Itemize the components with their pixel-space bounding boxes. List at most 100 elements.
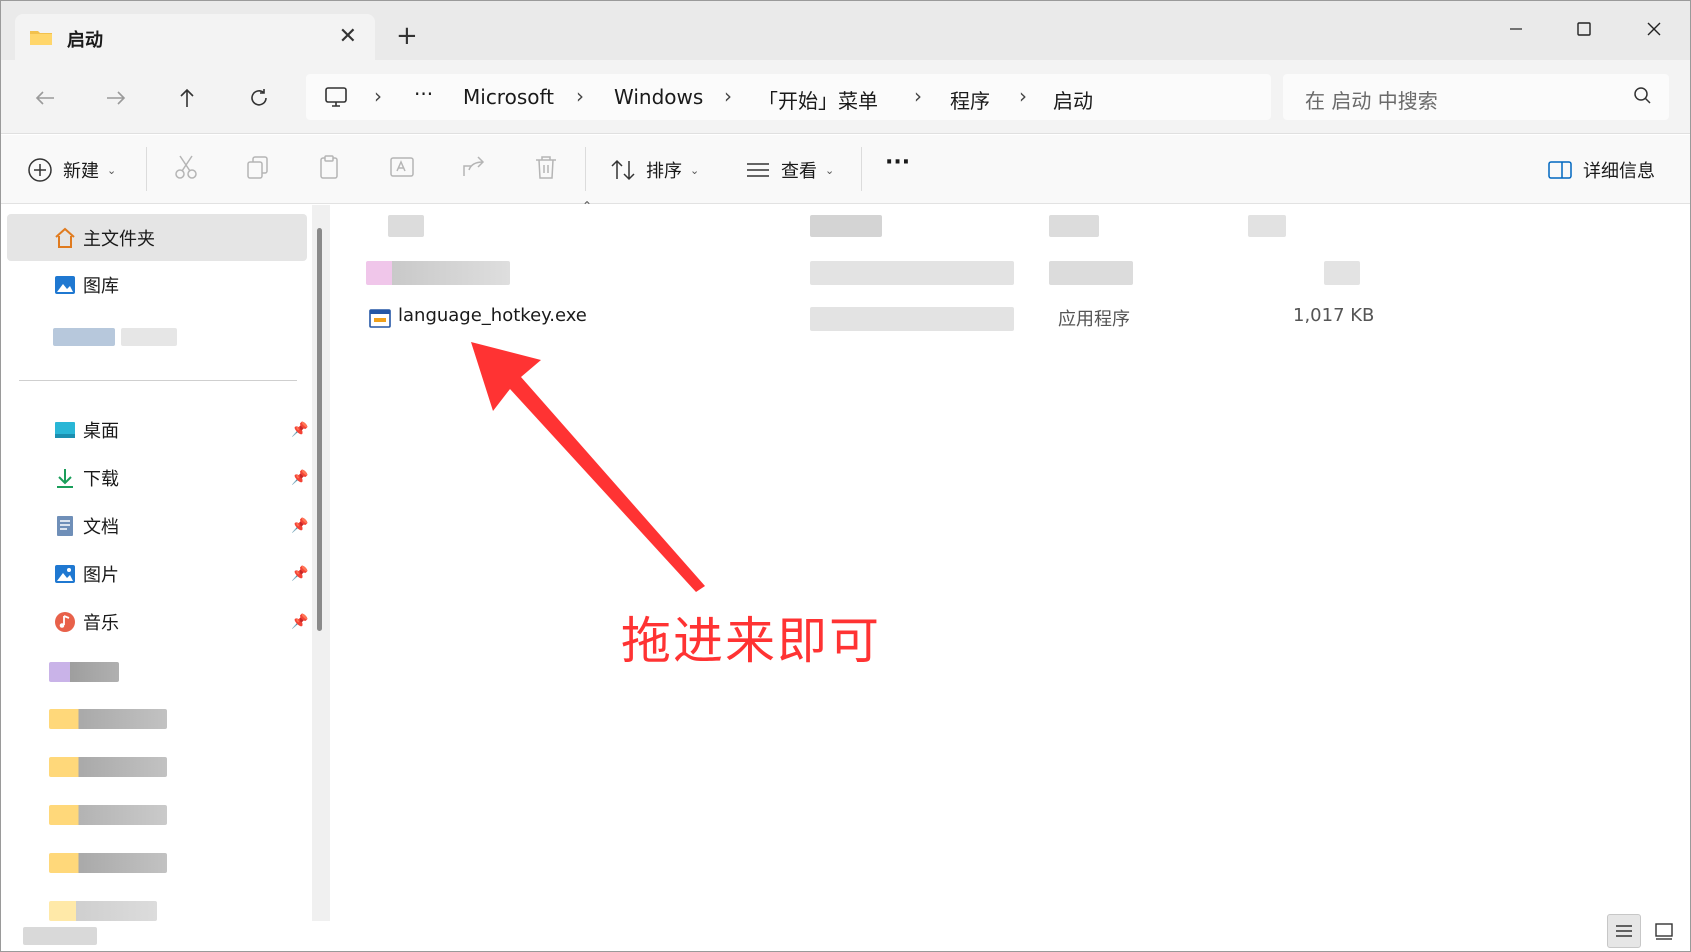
blurred-item	[49, 709, 167, 729]
breadcrumb-separator: ›	[374, 84, 382, 108]
sidebar-item-downloads[interactable]: 下载 📌	[7, 454, 308, 501]
search-icon	[1634, 87, 1651, 104]
document-icon	[57, 515, 73, 536]
navigation-pane: 主文件夹 图库 桌面 📌 下载 📌 文档 📌 图片 📌 音乐 📌	[1, 205, 330, 951]
address-bar: › ··· Microsoft › Windows › 「开始」菜单 › 程序 …	[1, 60, 1690, 134]
breadcrumb-item-windows[interactable]: Windows	[614, 85, 703, 109]
minimize-icon	[1510, 28, 1522, 30]
folder-icon	[30, 31, 52, 45]
share-icon[interactable]	[461, 154, 487, 180]
pin-icon[interactable]: 📌	[291, 470, 308, 486]
sidebar-item-label: 图库	[83, 275, 119, 297]
file-explorer-window: 启动 ✕ + › ··· Microsoft › Windows › 「开始」菜…	[0, 0, 1691, 952]
sidebar-item-pictures[interactable]: 图片 📌	[7, 550, 308, 597]
home-icon	[55, 227, 75, 248]
details-pane-button[interactable]: 详细信息	[1547, 157, 1655, 183]
sort-label: 排序	[646, 161, 682, 182]
arrow-left-icon	[35, 91, 54, 105]
path-box[interactable]: › ··· Microsoft › Windows › 「开始」菜单 › 程序 …	[306, 74, 1271, 120]
sidebar-item-label: 图片	[83, 564, 119, 586]
search-input[interactable]: 在 启动 中搜索	[1283, 74, 1669, 120]
sidebar-scrollbar-thumb[interactable]	[317, 228, 322, 631]
pin-icon[interactable]: 📌	[291, 422, 308, 438]
new-tab-button[interactable]: +	[396, 21, 418, 51]
breadcrumb-separator: ›	[576, 84, 584, 108]
sidebar-item-gallery[interactable]: 图库	[7, 261, 307, 308]
column-header[interactable]	[1248, 215, 1286, 237]
breadcrumb-more-button[interactable]: ···	[414, 82, 433, 106]
pin-icon[interactable]: 📌	[291, 518, 308, 534]
list-view-icon	[747, 163, 769, 177]
breadcrumb-separator: ›	[914, 84, 922, 108]
cut-icon[interactable]	[173, 154, 199, 180]
sidebar-divider	[19, 380, 297, 381]
tiles-view-icon	[1655, 923, 1673, 940]
paste-icon[interactable]	[317, 154, 343, 180]
refresh-icon	[251, 89, 267, 106]
minimize-button[interactable]	[1481, 9, 1551, 49]
details-label: 详细信息	[1583, 161, 1655, 182]
pin-icon[interactable]: 📌	[291, 566, 308, 582]
breadcrumb-item-startup[interactable]: 启动	[1053, 85, 1093, 114]
close-window-button[interactable]	[1619, 9, 1689, 49]
blurred-item	[49, 901, 157, 921]
new-label: 新建	[63, 161, 99, 182]
sidebar-item-documents[interactable]: 文档 📌	[7, 502, 308, 549]
new-button[interactable]: 新建 ⌄	[27, 157, 116, 183]
file-list: ⌃ language_hotkey.exe 应用程序 1,017 KB	[336, 199, 1690, 951]
sidebar-item-label: 下载	[83, 468, 119, 490]
tiles-view-button[interactable]	[1647, 914, 1681, 948]
forward-button[interactable]	[96, 80, 136, 116]
details-pane-icon	[1548, 161, 1572, 179]
breadcrumb-item-programs[interactable]: 程序	[950, 85, 990, 114]
sidebar-item-label: 音乐	[83, 612, 119, 634]
chevron-down-icon: ⌄	[825, 163, 835, 177]
music-icon	[55, 611, 75, 632]
breadcrumb-item-microsoft[interactable]: Microsoft	[463, 85, 554, 109]
download-icon	[57, 468, 73, 488]
blurred-cell	[1324, 261, 1360, 285]
copy-icon[interactable]	[245, 154, 271, 180]
red-arrow-annotation	[471, 342, 705, 592]
maximize-button[interactable]	[1549, 9, 1619, 49]
active-tab[interactable]: 启动 ✕	[15, 14, 375, 60]
file-size: 1,017 KB	[1293, 305, 1375, 326]
sidebar-item-label: 主文件夹	[83, 228, 155, 250]
tab-close-icon[interactable]: ✕	[339, 24, 357, 49]
command-bar: 新建 ⌄ 排序 ⌄ 查看 ⌄ ··· 详细信息	[1, 135, 1690, 204]
refresh-button[interactable]	[239, 80, 279, 116]
chevron-down-icon: ⌄	[690, 163, 700, 177]
blurred-item	[49, 757, 167, 777]
sidebar-item-label: 文档	[83, 516, 119, 538]
sidebar-item-desktop[interactable]: 桌面 📌	[7, 406, 308, 453]
blurred-item	[121, 328, 177, 346]
sort-button[interactable]: 排序 ⌄	[610, 157, 699, 183]
arrow-right-icon	[107, 91, 126, 105]
view-button[interactable]: 查看 ⌄	[745, 157, 834, 183]
chevron-down-icon: ⌄	[107, 163, 117, 177]
up-button[interactable]	[167, 80, 207, 116]
back-button[interactable]	[25, 80, 65, 116]
pin-icon[interactable]: 📌	[291, 614, 308, 630]
title-bar: 启动 ✕ +	[1, 1, 1690, 60]
rename-icon[interactable]	[389, 154, 415, 180]
search-placeholder: 在 启动 中搜索	[1305, 89, 1438, 113]
sidebar-item-label: 桌面	[83, 420, 119, 442]
breadcrumb-item-start-menu[interactable]: 「开始」菜单	[758, 85, 878, 114]
details-view-button[interactable]	[1607, 914, 1641, 948]
delete-icon[interactable]	[533, 154, 559, 180]
close-icon	[1647, 22, 1661, 36]
blurred-item	[49, 662, 119, 682]
blurred-item	[49, 805, 167, 825]
arrow-up-icon	[180, 88, 194, 107]
details-view-icon	[1616, 925, 1632, 937]
sort-icon	[611, 159, 635, 181]
maximize-icon	[1577, 22, 1591, 36]
toolbar-divider	[585, 147, 586, 191]
toolbar-divider	[146, 147, 147, 191]
more-options-button[interactable]: ···	[885, 150, 910, 175]
blurred-item	[53, 328, 115, 346]
sidebar-item-music[interactable]: 音乐 📌	[7, 598, 308, 645]
sidebar-item-home[interactable]: 主文件夹	[7, 214, 307, 261]
blurred-item	[23, 927, 97, 945]
